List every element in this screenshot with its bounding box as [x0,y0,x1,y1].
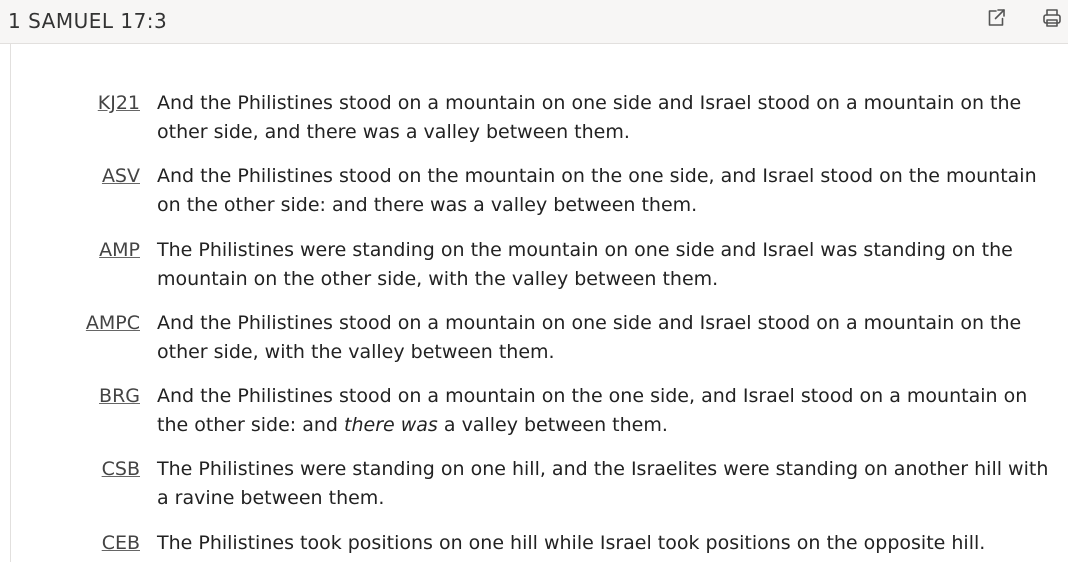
external-link-icon[interactable] [984,6,1008,30]
translation-link-amp[interactable]: AMP [99,236,140,265]
verse-text-ampc: And the Philistines stood on a mountain … [157,312,1022,363]
page-title: 1 SAMUEL 17:3 [8,9,168,33]
verse-text-amp: The Philistines were standing on the mou… [157,239,1013,290]
verse-text-brg-part2: a valley between them. [437,414,668,436]
print-icon[interactable] [1040,6,1064,30]
translations-panel: KJ21 And the Philistines stood on a moun… [10,44,1068,562]
verse-text-csb: The Philistines were standing on one hil… [157,458,1049,509]
translation-link-kj21[interactable]: KJ21 [98,89,140,118]
translation-link-asv[interactable]: ASV [102,162,140,191]
translation-link-csb[interactable]: CSB [102,455,140,484]
verse-text-brg: And the Philistines stood on a mountain … [157,382,1057,440]
verse-text-ceb: The Philistines took positions on one hi… [157,532,986,554]
translation-link-ampc[interactable]: AMPC [86,309,140,338]
header-bar: 1 SAMUEL 17:3 [0,0,1068,44]
translation-link-ceb[interactable]: CEB [102,529,140,558]
translation-link-brg[interactable]: BRG [99,382,140,411]
verse-text-asv: And the Philistines stood on the mountai… [157,165,1037,216]
verse-text-kj21: And the Philistines stood on a mountain … [157,92,1022,143]
verse-text-brg-italic: there was [344,414,438,436]
